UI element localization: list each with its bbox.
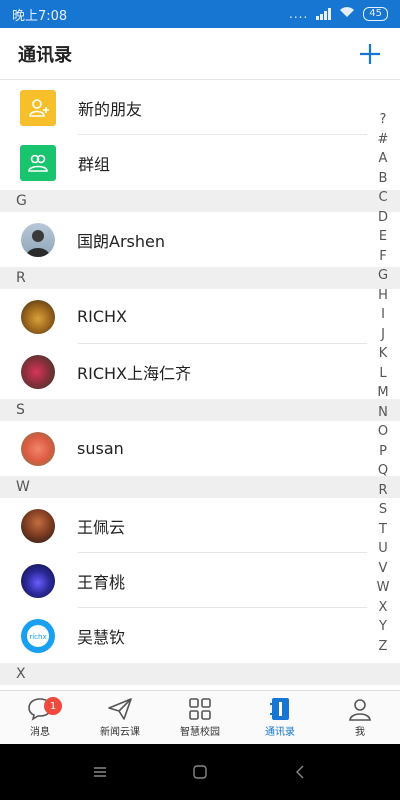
index-letter[interactable]: M: [377, 383, 388, 403]
index-letter[interactable]: O: [378, 422, 388, 442]
back-nav-button[interactable]: [285, 757, 315, 787]
new-friends-label: 新的朋友: [78, 99, 143, 119]
index-letter[interactable]: F: [379, 247, 386, 267]
battery-icon: 45: [363, 7, 388, 21]
section-header-g: G: [0, 190, 400, 212]
index-letter[interactable]: J: [381, 325, 385, 345]
status-bar: 晚上7:08 .... 45: [0, 0, 400, 28]
contact-item[interactable]: 王育桃: [0, 553, 400, 608]
avatar: [21, 299, 55, 334]
index-letter[interactable]: T: [379, 520, 387, 540]
contact-item[interactable]: RICHX: [0, 289, 400, 344]
status-time: 晚上7:08: [12, 8, 68, 24]
group-icon: [20, 144, 56, 181]
index-letter[interactable]: K: [379, 344, 388, 364]
wifi-icon: [339, 6, 355, 22]
groups-label: 群组: [78, 154, 111, 174]
tab-label: 消息: [30, 727, 50, 738]
tab-me[interactable]: 我: [320, 691, 400, 744]
tab-label: 我: [355, 727, 365, 738]
index-letter[interactable]: S: [379, 500, 387, 520]
index-letter[interactable]: G: [378, 266, 388, 286]
contact-item[interactable]: 国朗Arshen: [0, 212, 400, 267]
plus-icon: [360, 43, 380, 64]
signal-bars-icon: [316, 8, 332, 20]
tab-contacts[interactable]: 通讯录: [240, 691, 320, 744]
index-letter[interactable]: U: [378, 539, 388, 559]
contact-list[interactable]: 新的朋友 群组 G 国朗Arshen R RICHX RICHX上海仁齐 S s…: [0, 80, 400, 690]
index-letter[interactable]: I: [381, 305, 385, 325]
avatar: [21, 354, 55, 389]
tab-label: 新闻云课: [100, 727, 140, 738]
contact-book-icon: [270, 698, 289, 720]
index-letter[interactable]: ?: [380, 110, 387, 130]
contact-item[interactable]: RICHX上海仁齐: [0, 344, 400, 399]
menu-icon: [94, 767, 106, 777]
tab-label: 通讯录: [265, 727, 295, 738]
contact-item[interactable]: susan: [0, 421, 400, 476]
unread-badge: 1: [44, 697, 62, 715]
avatar: [21, 563, 55, 598]
signal-dots: ....: [289, 7, 309, 21]
new-friends-item[interactable]: 新的朋友: [0, 80, 400, 135]
index-letter[interactable]: A: [379, 149, 388, 169]
menu-nav-button[interactable]: [85, 757, 115, 787]
index-letter[interactable]: L: [379, 364, 386, 384]
index-letter[interactable]: X: [379, 598, 388, 618]
contact-item[interactable]: richx 吴慧钦: [0, 608, 400, 663]
section-header-w: W: [0, 476, 400, 498]
add-friend-icon: [20, 89, 56, 126]
contact-name: 王育桃: [77, 572, 126, 592]
avatar: [21, 222, 55, 257]
index-letter[interactable]: #: [378, 130, 389, 150]
section-header-s: S: [0, 399, 400, 421]
contact-name: susan: [77, 439, 124, 458]
avatar: richx: [21, 618, 55, 653]
home-square-icon: [193, 765, 207, 779]
contact-name: 吴慧钦: [77, 627, 126, 647]
person-icon: [349, 699, 371, 721]
index-letter[interactable]: N: [378, 403, 388, 423]
index-letter[interactable]: C: [378, 188, 387, 208]
section-header-r: R: [0, 267, 400, 289]
home-nav-button[interactable]: [185, 757, 215, 787]
paper-plane-icon: [108, 698, 132, 720]
contact-item[interactable]: 王佩云: [0, 498, 400, 553]
contact-name: 王佩云: [77, 517, 126, 537]
page-title: 通讯录: [18, 44, 72, 66]
index-letter[interactable]: D: [378, 208, 388, 228]
index-letter[interactable]: R: [378, 481, 387, 501]
groups-item[interactable]: 群组: [0, 135, 400, 190]
contact-name: 国朗Arshen: [77, 231, 165, 251]
richx-logo-text: richx: [29, 633, 46, 641]
index-letter[interactable]: E: [379, 227, 387, 247]
index-letter[interactable]: V: [379, 559, 388, 579]
status-indicators: .... 45: [289, 6, 388, 22]
tab-smart-campus[interactable]: 智慧校园: [160, 691, 240, 744]
back-chevron-icon: [296, 765, 304, 779]
system-nav-bar: [0, 744, 400, 800]
tab-news-cloud-class[interactable]: 新闻云课: [80, 691, 160, 744]
avatar: [21, 431, 55, 466]
alphabet-index[interactable]: ? # A B C D E F G H I J K L M N O P Q R S T U V W X Y Z: [366, 110, 400, 656]
avatar: [21, 508, 55, 543]
index-letter[interactable]: W: [377, 578, 390, 598]
index-letter[interactable]: Q: [378, 461, 388, 481]
tab-label: 智慧校园: [180, 727, 220, 738]
contact-name: RICHX上海仁齐: [77, 363, 192, 383]
bottom-tab-bar: 1 消息 新闻云课 智慧校园 通讯录 我: [0, 690, 400, 744]
tab-messages[interactable]: 1 消息: [0, 691, 80, 744]
grid-icon: [189, 698, 211, 720]
index-letter[interactable]: Z: [379, 637, 388, 657]
index-letter[interactable]: B: [379, 169, 388, 189]
index-letter[interactable]: H: [378, 286, 388, 306]
section-header-x: X: [0, 663, 400, 685]
add-button[interactable]: [356, 40, 384, 68]
contact-name: RICHX: [77, 307, 127, 326]
index-letter[interactable]: P: [379, 442, 387, 462]
app-header: 通讯录: [0, 28, 400, 80]
index-letter[interactable]: Y: [379, 617, 387, 637]
